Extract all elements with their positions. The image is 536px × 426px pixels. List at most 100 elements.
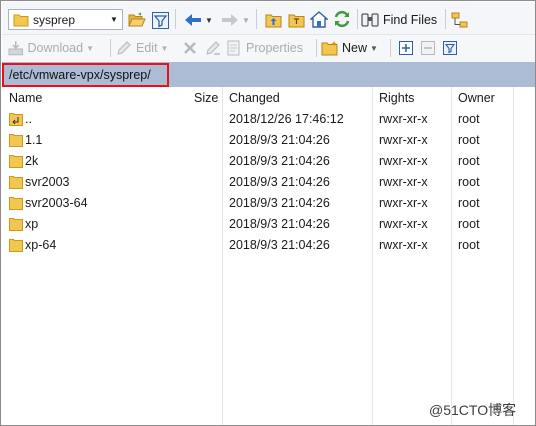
- toolbar-separator: [256, 9, 257, 29]
- row-changed: 2018/9/3 21:04:26: [229, 238, 330, 252]
- parent-directory-icon: [9, 113, 23, 126]
- minus-box-icon: [421, 41, 435, 55]
- row-changed: 2018/9/3 21:04:26: [229, 133, 330, 147]
- row-owner: root: [458, 112, 480, 126]
- rename-button[interactable]: [203, 38, 223, 58]
- download-button[interactable]: Download ▼: [8, 38, 94, 58]
- filter-icon: [151, 11, 169, 29]
- column-header-size[interactable]: Size: [194, 91, 218, 105]
- home-button[interactable]: [309, 9, 329, 29]
- column-header-changed[interactable]: Changed: [229, 91, 280, 105]
- toolbar-separator: [357, 9, 358, 29]
- column-header-owner[interactable]: Owner: [458, 91, 495, 105]
- row-name: 2k: [25, 154, 39, 168]
- row-name: svr2003-64: [25, 196, 88, 210]
- filter-selection-button[interactable]: [441, 39, 459, 57]
- row-rights: rwxr-xr-x: [379, 154, 428, 168]
- open-folder-button[interactable]: [127, 10, 147, 30]
- row-rights: rwxr-xr-x: [379, 112, 428, 126]
- row-name: 1.1: [25, 133, 43, 147]
- folder-icon: [9, 218, 23, 231]
- back-button[interactable]: [182, 10, 204, 30]
- table-row[interactable]: xp 2018/9/3 21:04:26 rwxr-xr-x root: [2, 214, 535, 235]
- row-name: ..: [25, 112, 32, 126]
- back-history-dropdown[interactable]: ▼: [204, 11, 214, 29]
- folder-icon: [13, 14, 29, 27]
- select-all-button[interactable]: [397, 39, 415, 57]
- pencil-icon: [117, 41, 131, 55]
- row-rights: rwxr-xr-x: [379, 217, 428, 231]
- find-files-label: Find Files: [383, 13, 438, 27]
- watermark: @51CTO博客: [429, 402, 517, 418]
- home-icon: [310, 10, 328, 28]
- download-icon: [8, 41, 24, 56]
- table-row[interactable]: xp-64 2018/9/3 21:04:26 rwxr-xr-x root: [2, 235, 535, 256]
- folder-icon: [9, 134, 23, 147]
- column-header-name[interactable]: Name: [9, 91, 42, 105]
- download-label: Download: [27, 41, 84, 55]
- row-rights: rwxr-xr-x: [379, 133, 428, 147]
- folder-tree-icon: [451, 12, 467, 27]
- forward-history-dropdown[interactable]: ▼: [241, 11, 251, 29]
- row-name: xp: [25, 217, 39, 231]
- row-owner: root: [458, 196, 480, 210]
- properties-label: Properties: [246, 41, 303, 55]
- toolbar-separator: [390, 39, 391, 57]
- row-name: xp-64: [25, 238, 57, 252]
- plus-box-icon: [399, 41, 413, 55]
- rename-icon: [206, 41, 220, 55]
- row-owner: root: [458, 133, 480, 147]
- file-list: Name Size Changed Rights Owner .. 2018/1…: [2, 87, 535, 425]
- location-combobox[interactable]: sysprep ▼: [8, 9, 123, 30]
- row-rights: rwxr-xr-x: [379, 238, 428, 252]
- tree-view-button[interactable]: [449, 10, 469, 30]
- table-row[interactable]: svr2003 2018/9/3 21:04:26 rwxr-xr-x root: [2, 172, 535, 193]
- refresh-icon: [334, 10, 350, 28]
- row-changed: 2018/9/3 21:04:26: [229, 175, 330, 189]
- main-toolbar: sysprep ▼ ▼ ▼ Find Files: [2, 2, 535, 35]
- chevron-down-icon[interactable]: ▼: [107, 11, 121, 28]
- find-files-button[interactable]: Find Files: [361, 9, 441, 31]
- delete-button[interactable]: [180, 38, 200, 58]
- toolbar-separator: [175, 9, 176, 29]
- current-path: /etc/vmware-vpx/sysprep/: [9, 68, 151, 82]
- row-owner: root: [458, 154, 480, 168]
- table-row[interactable]: 1.1 2018/9/3 21:04:26 rwxr-xr-x root: [2, 130, 535, 151]
- new-label: New: [342, 41, 368, 55]
- unselect-all-button[interactable]: [419, 39, 437, 57]
- toolbar-separator: [316, 39, 317, 57]
- properties-button[interactable]: Properties: [226, 38, 312, 58]
- table-row-parent[interactable]: .. 2018/12/26 17:46:12 rwxr-xr-x root: [2, 109, 535, 130]
- column-header-row: Name Size Changed Rights Owner: [2, 87, 535, 109]
- edit-label: Edit: [136, 41, 158, 55]
- path-bar[interactable]: /etc/vmware-vpx/sysprep/: [2, 62, 535, 87]
- new-button[interactable]: New ▼: [321, 38, 385, 58]
- arrow-left-icon: [185, 14, 201, 26]
- row-rights: rwxr-xr-x: [379, 175, 428, 189]
- forward-button[interactable]: [219, 10, 241, 30]
- edit-button[interactable]: Edit ▼: [116, 38, 180, 58]
- parent-folder-icon: [265, 14, 281, 27]
- root-folder-icon: [288, 14, 304, 27]
- column-header-rights[interactable]: Rights: [379, 91, 414, 105]
- table-row[interactable]: svr2003-64 2018/9/3 21:04:26 rwxr-xr-x r…: [2, 193, 535, 214]
- folder-icon: [9, 176, 23, 189]
- chevron-down-icon: ▼: [370, 43, 378, 53]
- row-changed: 2018/9/3 21:04:26: [229, 154, 330, 168]
- filter-icon: [443, 41, 457, 55]
- row-changed: 2018/9/3 21:04:26: [229, 196, 330, 210]
- table-row[interactable]: 2k 2018/9/3 21:04:26 rwxr-xr-x root: [2, 151, 535, 172]
- file-actions-toolbar: Download ▼ Edit ▼ Properties New ▼: [2, 35, 535, 62]
- row-changed: 2018/12/26 17:46:12: [229, 112, 344, 126]
- row-owner: root: [458, 238, 480, 252]
- file-manager-window: sysprep ▼ ▼ ▼ Find Files Download ▼ Edit…: [0, 0, 536, 426]
- new-folder-icon: [321, 40, 338, 55]
- filter-button[interactable]: [150, 10, 170, 30]
- chevron-down-icon: ▼: [160, 43, 169, 53]
- root-directory-button[interactable]: [286, 10, 306, 30]
- row-owner: root: [458, 217, 480, 231]
- parent-directory-button[interactable]: [263, 10, 283, 30]
- row-name: svr2003: [25, 175, 70, 189]
- folder-icon: [9, 239, 23, 252]
- refresh-button[interactable]: [332, 9, 352, 29]
